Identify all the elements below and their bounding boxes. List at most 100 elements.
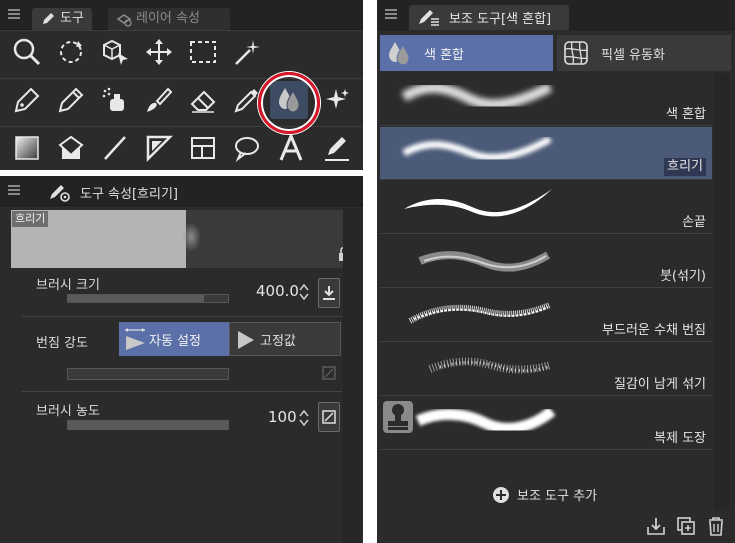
preview-label: 흐리기 (12, 211, 49, 227)
menu-icon[interactable] (8, 9, 20, 19)
brush-size-spinner-icon[interactable] (298, 282, 310, 302)
stroke-preview (401, 82, 553, 110)
brush-preview: 흐리기 (11, 210, 361, 268)
sub-tool-name: 질감이 남게 섞기 (614, 377, 706, 392)
add-icon (493, 486, 509, 503)
brush-size-slider[interactable] (67, 294, 229, 303)
object-select-icon[interactable] (96, 33, 134, 71)
sub-tool-item[interactable]: 질감이 남게 섞기 (380, 343, 712, 396)
fill-icon[interactable] (52, 129, 90, 167)
group-tab-color-blend[interactable]: 색 혼합 (380, 35, 553, 71)
tool-property-title: 도구 속성[흐리기] (80, 187, 178, 202)
magic-wand-icon[interactable] (228, 33, 266, 71)
pressure-off-icon (322, 410, 336, 424)
airbrush-icon[interactable] (96, 81, 134, 119)
text-icon[interactable] (272, 129, 310, 167)
tool-row-2 (0, 78, 363, 120)
sub-tool-scrollbar[interactable] (714, 73, 730, 509)
brush-density-value[interactable]: 100 (268, 408, 297, 426)
sub-tool-header: 보조 도구[색 혼합] (377, 0, 735, 30)
no-pressure-icon[interactable] (322, 366, 336, 380)
sub-tool-item[interactable]: 손끝 (380, 181, 712, 234)
fixed-value-icon (238, 331, 254, 349)
download-icon (323, 286, 335, 300)
property-scrollbar[interactable] (343, 208, 361, 543)
trash-icon[interactable] (705, 515, 727, 537)
sub-tool-name: 복제 도장 (654, 431, 706, 446)
blend-drops-icon (389, 42, 410, 66)
sub-tool-item[interactable]: 색 혼합 (380, 73, 712, 126)
brush-size-label: 브러시 크기 (36, 278, 100, 293)
tool-row-3 (0, 126, 363, 168)
menu-icon[interactable] (8, 185, 20, 195)
tool-tabbar: 도구 레이어 속성 (0, 0, 363, 30)
fixed-value-option[interactable]: 고정값 (229, 322, 341, 356)
selection-marquee-icon[interactable] (184, 33, 222, 71)
tool-grid (0, 30, 363, 170)
line-icon[interactable] (96, 129, 134, 167)
group-tab-liquify[interactable]: 픽셀 유동화 (557, 35, 731, 71)
brush-size-preset-button[interactable] (318, 278, 340, 308)
blend-icon[interactable] (270, 81, 308, 119)
tab-tool-label: 도구 (60, 11, 84, 26)
pen-icon (43, 13, 54, 24)
brush-density-label: 브러시 농도 (36, 404, 100, 419)
brush-density-spinner-icon[interactable] (298, 408, 310, 428)
tool-property-panel: 도구 속성[흐리기] 흐리기 브러시 크기 400.0 번짐 강도 자동 설정 (0, 176, 363, 543)
stroke-preview (402, 135, 552, 161)
stamp-icon (383, 401, 413, 433)
move-icon[interactable] (140, 33, 178, 71)
stroke-preview (428, 357, 552, 374)
blend-strength-label: 번짐 강도 (36, 336, 88, 351)
zoom-icon[interactable] (8, 33, 46, 71)
pen-tool-icon[interactable] (8, 81, 46, 119)
auto-setting-icon (125, 328, 145, 350)
sub-tool-panel: 보조 도구[색 혼합] 색 혼합 픽셀 유동화 색 혼합 흐리기 손끝 붓(섞기… (377, 0, 735, 543)
auto-setting-option[interactable]: 자동 설정 (119, 322, 229, 356)
sub-tool-item[interactable]: 복제 도장 (380, 397, 712, 450)
import-icon[interactable] (645, 515, 667, 537)
sub-tool-item[interactable]: 흐리기 (380, 127, 712, 180)
add-sub-tool-label: 보조 도구 추가 (517, 489, 598, 504)
sub-tool-item[interactable]: 붓(섞기) (380, 235, 712, 288)
group-tab-liquify-label: 픽셀 유동화 (601, 47, 665, 63)
group-tab-color-blend-label: 색 혼합 (424, 47, 465, 63)
correct-line-icon[interactable] (318, 129, 356, 167)
tool-property-icon (50, 185, 70, 202)
add-sub-tool-button[interactable]: 보조 도구 추가 (493, 485, 597, 504)
brush-density-slider[interactable] (67, 420, 229, 430)
brush-icon[interactable] (140, 81, 178, 119)
gradient-icon[interactable] (8, 129, 46, 167)
tab-layer-property[interactable]: 레이어 속성 (108, 8, 230, 30)
liquify-grid-icon (564, 41, 588, 65)
rotate-icon[interactable] (52, 33, 90, 71)
blend-strength-slider[interactable] (67, 368, 229, 380)
stroke-preview (415, 406, 556, 434)
brush-density-slider-fill (68, 421, 228, 429)
duplicate-icon[interactable] (675, 515, 697, 537)
tab-layer-property-label: 레이어 속성 (136, 11, 200, 26)
divider (22, 316, 342, 317)
stroke-preview (418, 251, 551, 272)
tool-panel: 도구 레이어 속성 (0, 0, 363, 170)
ruler-icon[interactable] (140, 129, 178, 167)
frame-border-icon[interactable] (184, 129, 222, 167)
stroke-preview (404, 189, 552, 217)
pencil-tool-icon[interactable] (52, 81, 90, 119)
brush-density-pressure-button[interactable] (318, 402, 340, 432)
sub-tool-name: 부드러운 수채 번짐 (602, 323, 706, 338)
brush-size-value[interactable]: 400.0 (256, 282, 299, 300)
layer-property-icon (116, 14, 132, 27)
dropper-icon[interactable] (228, 81, 266, 119)
sparkle-icon[interactable] (318, 81, 356, 119)
brush-size-slider-fill (68, 295, 204, 302)
sub-tool-item[interactable]: 부드러운 수채 번짐 (380, 289, 712, 342)
balloon-icon[interactable] (228, 129, 266, 167)
tab-tool[interactable]: 도구 (32, 8, 92, 30)
sub-tool-name: 흐리기 (664, 158, 706, 176)
menu-icon[interactable] (385, 9, 397, 19)
eraser-icon[interactable] (184, 81, 222, 119)
tool-property-header: 도구 속성[흐리기] (0, 176, 363, 206)
sub-tool-name: 손끝 (682, 215, 706, 230)
sub-tool-name: 붓(섞기) (659, 269, 706, 284)
